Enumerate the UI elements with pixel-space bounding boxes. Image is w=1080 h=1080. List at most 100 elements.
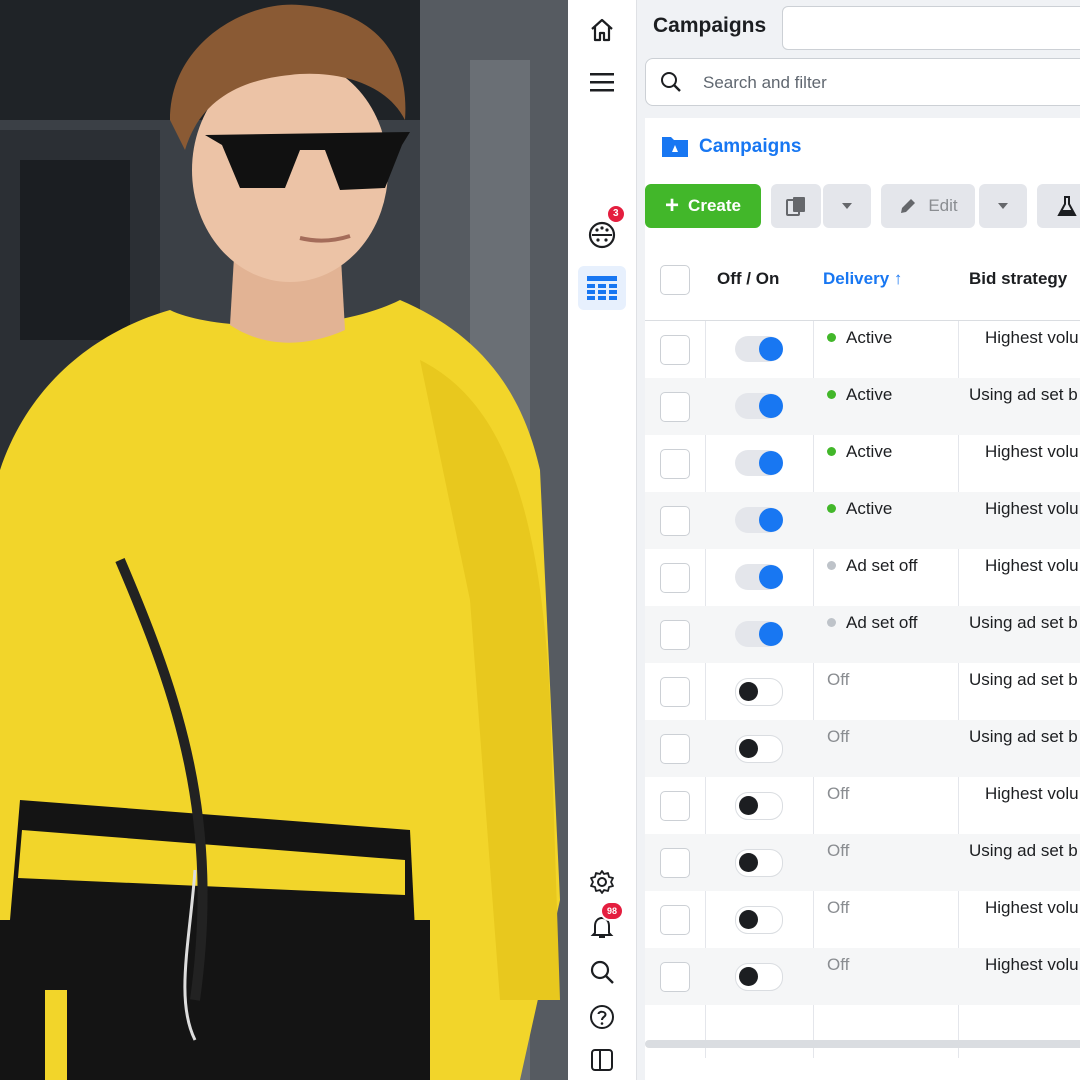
campaign-toggle[interactable] — [735, 393, 783, 419]
pencil-icon — [901, 199, 916, 213]
table-row[interactable]: Off Using ad set b — [645, 834, 1080, 891]
nav-rail: 3 98 — [568, 0, 637, 1080]
delivery-status: Ad set off — [827, 613, 918, 633]
row-checkbox[interactable] — [660, 506, 690, 536]
campaign-toggle[interactable] — [735, 678, 783, 706]
chevron-down-icon — [998, 203, 1008, 209]
campaign-toggle[interactable] — [735, 792, 783, 820]
table-row[interactable]: Ad set off Highest volu — [645, 549, 1080, 606]
delivery-status: Off — [827, 841, 849, 861]
delivery-text: Ad set off — [846, 613, 918, 632]
search-placeholder: Search and filter — [703, 73, 827, 92]
notification-badge: 3 — [606, 204, 626, 224]
search-button[interactable] — [578, 950, 626, 994]
toggle-knob — [759, 565, 783, 589]
ads-manager-button[interactable] — [578, 266, 626, 310]
delivery-status: Active — [827, 328, 892, 348]
column-header-off-on[interactable]: Off / On — [717, 269, 779, 289]
help-button[interactable] — [578, 995, 626, 1039]
table-row[interactable]: Off Using ad set b — [645, 663, 1080, 720]
delivery-text: Off — [827, 955, 850, 974]
menu-icon — [590, 73, 614, 92]
duplicate-button[interactable] — [771, 184, 821, 228]
row-checkbox[interactable] — [660, 905, 690, 935]
delivery-status: Active — [827, 385, 892, 405]
account-selector[interactable] — [782, 6, 1080, 50]
bid-strategy-cell: Using ad set b — [969, 727, 1078, 746]
bid-strategy-cell: Highest volu — [985, 784, 1079, 803]
toggle-knob — [759, 622, 783, 646]
bid-strategy-cell: Highest volu — [985, 898, 1079, 917]
folder-icon — [662, 137, 688, 157]
table-row[interactable]: Active Using ad set b — [645, 378, 1080, 435]
create-button[interactable]: + Create — [645, 184, 761, 228]
delivery-text: Active — [846, 499, 893, 518]
home-button[interactable] — [578, 8, 626, 52]
delivery-text: Active — [846, 328, 893, 347]
campaigns-panel: Campaigns + Create Edit Off / On Deliver… — [645, 118, 1080, 1080]
table-row[interactable]: Active Highest volu — [645, 492, 1080, 549]
campaign-toggle[interactable] — [735, 621, 783, 647]
chevron-down-icon — [842, 203, 852, 209]
campaign-toggle[interactable] — [735, 564, 783, 590]
table-row[interactable]: Active Highest volu — [645, 435, 1080, 492]
select-all-checkbox[interactable] — [660, 265, 690, 295]
status-dot — [827, 390, 836, 400]
delivery-status: Active — [827, 499, 892, 519]
row-checkbox[interactable] — [660, 563, 690, 593]
row-checkbox[interactable] — [660, 449, 690, 479]
campaign-planner-button[interactable]: 3 — [578, 204, 626, 256]
status-dot — [827, 561, 836, 571]
row-checkbox[interactable] — [660, 962, 690, 992]
table-row[interactable]: Active Highest volu — [645, 321, 1080, 378]
search-icon — [661, 72, 681, 92]
campaign-toggle[interactable] — [735, 450, 783, 476]
row-checkbox[interactable] — [660, 734, 690, 764]
row-checkbox[interactable] — [660, 791, 690, 821]
column-header-bid-strategy[interactable]: Bid strategy — [969, 269, 1067, 289]
delivery-status: Off — [827, 670, 849, 690]
sidebar-toggle-button[interactable] — [578, 1038, 626, 1080]
notifications-button[interactable]: 98 — [578, 901, 626, 949]
campaign-toggle[interactable] — [735, 336, 783, 362]
edit-label: Edit — [928, 196, 958, 215]
table-row[interactable]: Off Highest volu — [645, 891, 1080, 948]
row-checkbox[interactable] — [660, 392, 690, 422]
ab-test-button[interactable] — [1037, 184, 1080, 228]
photo-panel — [0, 0, 568, 1080]
settings-button[interactable] — [578, 860, 626, 904]
tab-campaigns[interactable]: Campaigns — [657, 118, 907, 174]
help-icon — [590, 1005, 614, 1029]
row-checkbox[interactable] — [660, 620, 690, 650]
table-row[interactable]: Off Highest volu — [645, 948, 1080, 1005]
row-checkbox[interactable] — [660, 848, 690, 878]
edit-dropdown[interactable] — [979, 184, 1027, 228]
search-and-filter-bar[interactable]: Search and filter — [645, 58, 1080, 106]
column-header-delivery[interactable]: Delivery ↑ — [823, 269, 902, 289]
status-dot — [827, 504, 836, 514]
campaign-toggle[interactable] — [735, 963, 783, 991]
delivery-status: Off — [827, 955, 849, 975]
row-checkbox[interactable] — [660, 677, 690, 707]
delivery-text: Active — [846, 442, 893, 461]
menu-button[interactable] — [578, 60, 626, 104]
campaign-toggle[interactable] — [735, 849, 783, 877]
campaign-toggle[interactable] — [735, 735, 783, 763]
table-row[interactable]: Off Using ad set b — [645, 720, 1080, 777]
row-checkbox[interactable] — [660, 335, 690, 365]
edit-button[interactable]: Edit — [881, 184, 975, 228]
campaign-toggle[interactable] — [735, 906, 783, 934]
duplicate-icon — [786, 197, 805, 216]
bid-strategy-cell: Using ad set b — [969, 670, 1078, 689]
horizontal-scrollbar[interactable] — [645, 1040, 1080, 1048]
table-row[interactable]: Ad set off Using ad set b — [645, 606, 1080, 663]
search-icon — [590, 960, 614, 984]
table-row[interactable]: Off Highest volu — [645, 777, 1080, 834]
toggle-knob — [739, 910, 758, 929]
duplicate-dropdown[interactable] — [823, 184, 871, 228]
delivery-status: Off — [827, 898, 849, 918]
top-bar: Campaigns — [637, 0, 1080, 56]
status-dot — [827, 618, 836, 628]
campaign-toggle[interactable] — [735, 507, 783, 533]
delivery-text: Off — [827, 841, 850, 860]
